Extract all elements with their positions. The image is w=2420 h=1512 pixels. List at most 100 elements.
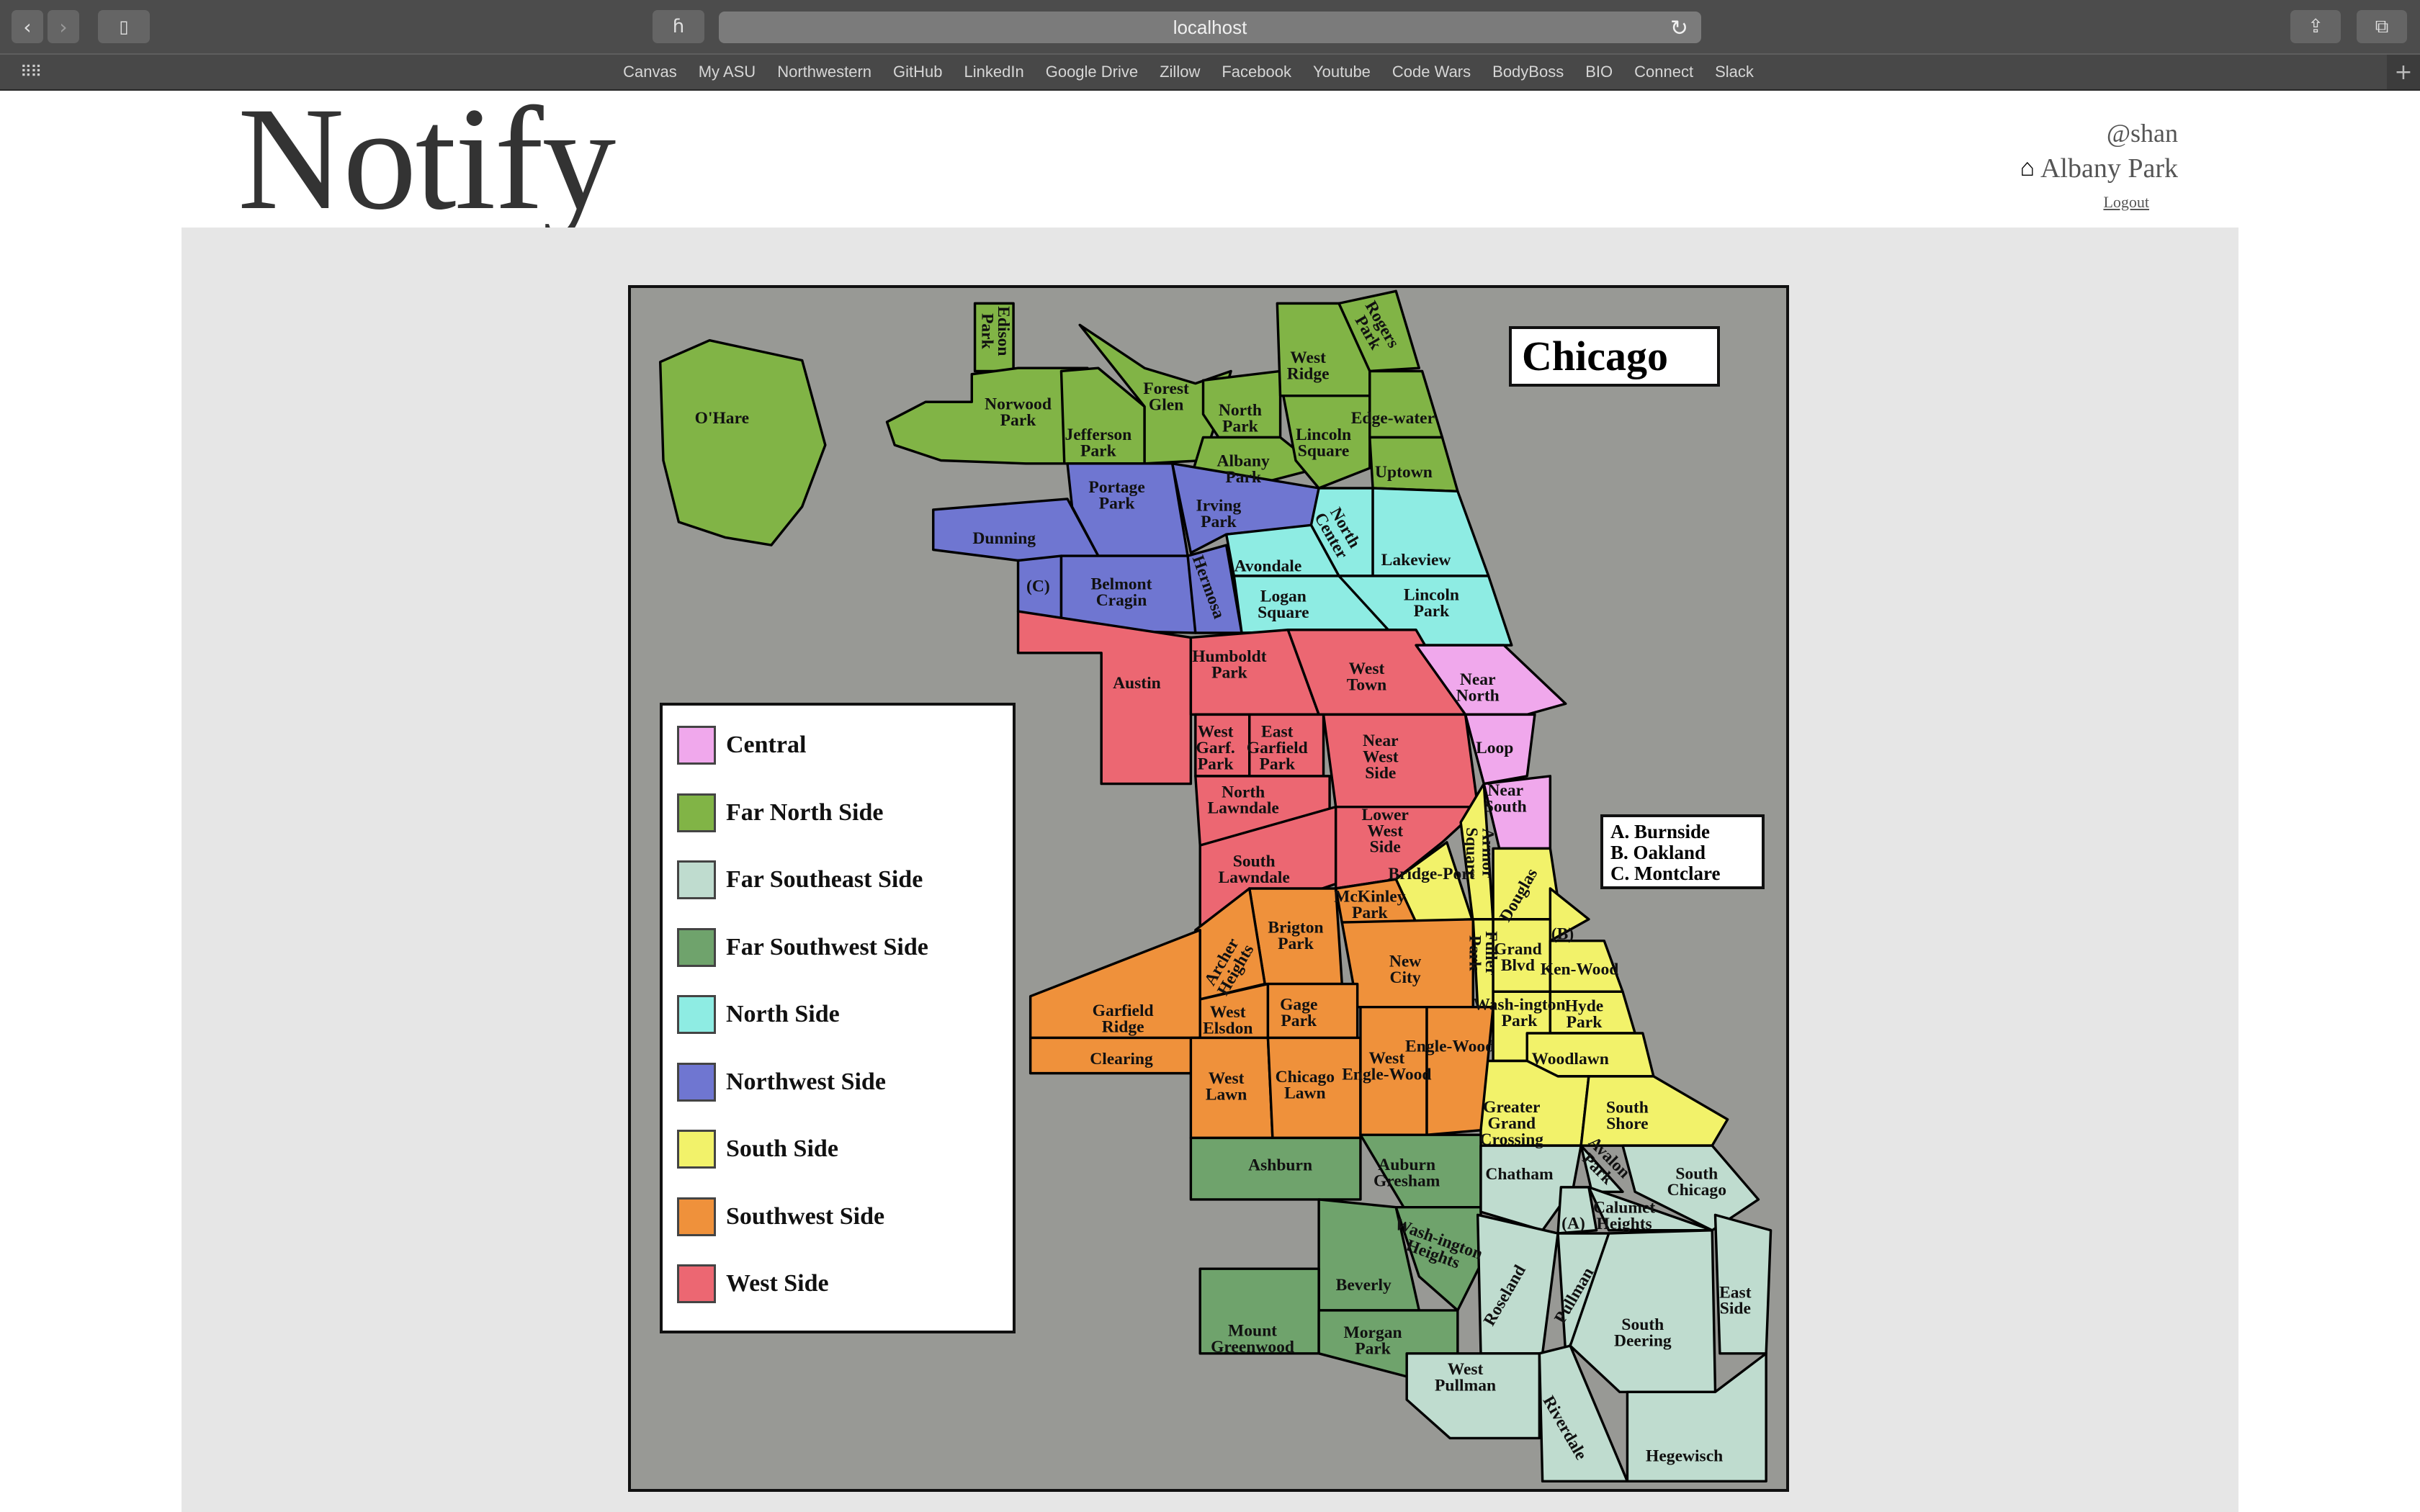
user-info: @shan ⌂ Albany Park Logout: [2020, 118, 2178, 212]
bookmark-canvas[interactable]: Canvas: [623, 63, 677, 81]
district-label: Beverly: [1336, 1276, 1392, 1295]
district-label: Belmont Cragin: [1091, 575, 1152, 610]
bookmark-my-asu[interactable]: My ASU: [699, 63, 756, 81]
district-label: Bridge-Port: [1388, 865, 1474, 883]
bookmark-google-drive[interactable]: Google Drive: [1046, 63, 1138, 81]
bookmark-zillow[interactable]: Zillow: [1160, 63, 1200, 81]
district-south-shore[interactable]: [1579, 1075, 1729, 1147]
district-label: Grand Blvd: [1494, 940, 1542, 974]
tabs-button[interactable]: ⧉: [2357, 10, 2407, 43]
share-button[interactable]: ⇪: [2290, 10, 2341, 43]
district-label: West Garf. Park: [1196, 722, 1235, 773]
district-label: Austin: [1113, 674, 1161, 693]
neighborhood-name: Albany Park: [2040, 153, 2178, 184]
sidebar-button[interactable]: ▯: [98, 10, 150, 43]
extension-button[interactable]: ɦ: [653, 10, 704, 43]
district-label: Lincoln Square: [1296, 426, 1351, 460]
chevron-right-icon: ›: [59, 14, 68, 39]
reload-icon[interactable]: ↻: [1670, 16, 1688, 41]
district-o-hare[interactable]: [658, 338, 827, 546]
forward-button[interactable]: ›: [48, 10, 79, 43]
bookmark-bio[interactable]: BIO: [1585, 63, 1613, 81]
district-label: North Park: [1219, 401, 1262, 436]
map-legend: Central Far North Side Far Southeast Side F…: [660, 703, 1016, 1333]
logout-link[interactable]: Logout: [2020, 193, 2149, 212]
legend-item: North Side: [677, 995, 840, 1034]
district-label: Uptown: [1375, 463, 1433, 482]
legend-label: South Side: [726, 1135, 838, 1162]
district-label: (B): [1551, 925, 1574, 944]
key-item: A. Burnside: [1610, 821, 1711, 842]
share-icon: ⇪: [2308, 16, 2323, 37]
key-item: C. Montclare: [1610, 863, 1721, 884]
bookmark-youtube[interactable]: Youtube: [1313, 63, 1371, 81]
district-label: West Town: [1347, 660, 1386, 694]
browser-toolbar: ‹ › ▯ ɦ localhost ↻ ⇪ ⧉: [0, 0, 2420, 55]
bookmark-connect[interactable]: Connect: [1634, 63, 1693, 81]
legend-label: Southwest Side: [726, 1202, 885, 1230]
new-tab-button[interactable]: +: [2387, 55, 2420, 89]
district-label: Edge-water: [1351, 409, 1435, 428]
district-near-west-side[interactable]: [1322, 713, 1479, 809]
legend-item: Southwest Side: [677, 1197, 884, 1236]
legend-swatch: [677, 793, 716, 832]
district-label: Near North: [1456, 670, 1500, 705]
district-label: Ken-Wood: [1541, 960, 1619, 979]
district-label: West Ridge: [1287, 348, 1330, 383]
district-label: Forest Glen: [1143, 379, 1189, 414]
key-item: B. Oakland: [1610, 842, 1706, 863]
legend-swatch: [677, 1062, 716, 1102]
district-norwood-park[interactable]: [885, 366, 1089, 465]
district-label: South Chicago: [1667, 1165, 1726, 1200]
district-label: West Lawn: [1206, 1069, 1247, 1104]
app-title: Notify: [238, 77, 616, 240]
legend-swatch: [677, 726, 716, 765]
legend-item: West Side: [677, 1264, 829, 1303]
district-label: Auburn Gresham: [1373, 1156, 1440, 1190]
district-label: (C): [1026, 577, 1050, 595]
district-label: Calumet Heights: [1593, 1199, 1655, 1233]
district-austin[interactable]: [1016, 610, 1193, 786]
district-label: Chatham: [1485, 1165, 1554, 1184]
tabs-icon: ⧉: [2375, 15, 2389, 37]
legend-swatch: [677, 995, 716, 1034]
bookmark-code-wars[interactable]: Code Wars: [1392, 63, 1471, 81]
legend-label: Far North Side: [726, 798, 884, 826]
district-label: Lakeview: [1381, 551, 1451, 570]
legend-label: Central: [726, 732, 807, 758]
back-button[interactable]: ‹: [12, 10, 43, 43]
district-label: O'Hare: [695, 409, 749, 428]
legend-label: Northwest Side: [726, 1068, 886, 1095]
user-handle: @shan: [2106, 119, 2178, 148]
legend-item: South Side: [677, 1130, 838, 1169]
legend-item: Northwest Side: [677, 1062, 886, 1102]
chevron-left-icon: ‹: [23, 14, 32, 39]
bookmark-northwestern[interactable]: Northwestern: [777, 63, 871, 81]
district-label: EdisonPark: [978, 306, 1013, 356]
legend-item: Far North Side: [677, 793, 883, 832]
bookmark-slack[interactable]: Slack: [1715, 63, 1754, 81]
district-label: Woodlawn: [1532, 1050, 1609, 1068]
district-label: Engle-Wood: [1405, 1038, 1494, 1056]
district-label: South Shore: [1606, 1099, 1649, 1133]
district-label: New City: [1389, 953, 1421, 987]
district-label: Irving Park: [1196, 497, 1242, 531]
abbreviation-key: A. Burnside B. Oakland C. Montclare: [1600, 814, 1765, 889]
legend-swatch: [677, 1130, 716, 1169]
map-title: Chicago: [1509, 326, 1720, 387]
bookmark-linkedin[interactable]: LinkedIn: [964, 63, 1024, 81]
district-label: Gage Park: [1280, 995, 1317, 1030]
district-label: East Side: [1719, 1283, 1752, 1318]
house-icon: ⌂: [2020, 155, 2035, 181]
legend-label: North Side: [726, 1001, 840, 1027]
bookmark-github[interactable]: GitHub: [893, 63, 942, 81]
district-label: Ashburn: [1248, 1156, 1312, 1174]
district-label: Hyde Park: [1565, 997, 1604, 1032]
legend-swatch: [677, 1197, 716, 1236]
legend-item: Far Southeast Side: [677, 860, 923, 899]
bookmark-facebook[interactable]: Facebook: [1222, 63, 1291, 81]
plus-icon: +: [2394, 59, 2413, 85]
district-label: (A): [1561, 1215, 1585, 1233]
bookmark-bodyboss[interactable]: BodyBoss: [1492, 63, 1564, 81]
address-bar[interactable]: localhost ↻: [719, 12, 1701, 43]
